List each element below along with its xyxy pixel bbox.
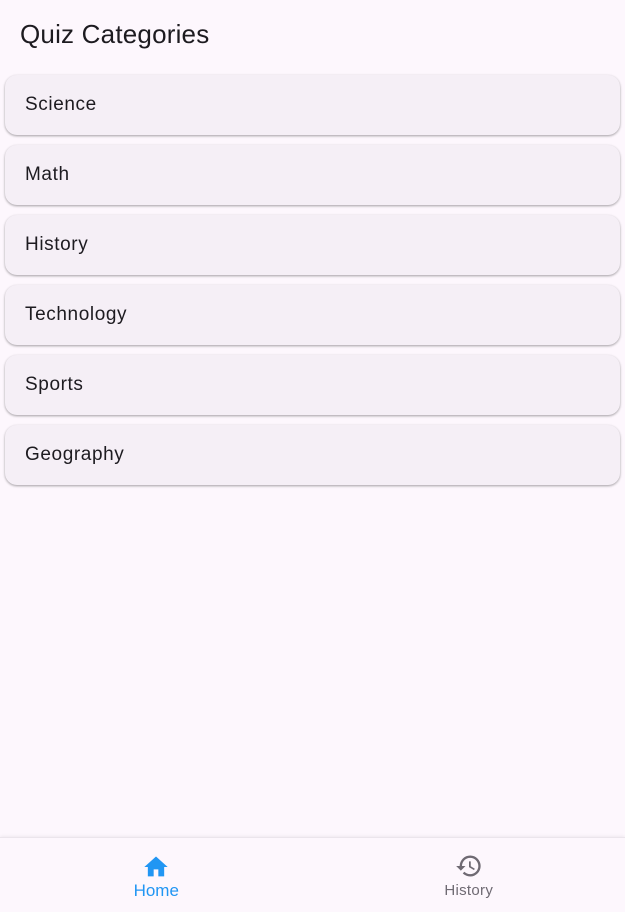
category-label: Geography bbox=[25, 444, 125, 465]
nav-label-home: Home bbox=[133, 881, 179, 900]
bottom-navigation: Home History bbox=[0, 837, 625, 912]
category-label: Sports bbox=[25, 374, 84, 395]
category-item-geography[interactable]: Geography bbox=[5, 425, 620, 485]
category-list: Science Math History Technology Sports G… bbox=[5, 75, 620, 495]
nav-label-history: History bbox=[444, 881, 494, 899]
category-label: Math bbox=[25, 164, 70, 185]
category-item-history[interactable]: History bbox=[5, 215, 620, 275]
category-item-sports[interactable]: Sports bbox=[5, 355, 620, 415]
category-item-technology[interactable]: Technology bbox=[5, 285, 620, 345]
history-icon bbox=[455, 855, 481, 876]
category-label: History bbox=[25, 234, 89, 255]
category-label: Science bbox=[25, 94, 97, 115]
page-title: Quiz Categories bbox=[20, 18, 210, 49]
home-icon bbox=[144, 856, 168, 877]
app-bar: Quiz Categories bbox=[0, 0, 625, 70]
nav-item-history[interactable]: History bbox=[313, 838, 625, 912]
category-label: Technology bbox=[25, 304, 128, 325]
nav-item-home[interactable]: Home bbox=[0, 838, 313, 912]
category-item-science[interactable]: Science bbox=[5, 75, 620, 135]
category-item-math[interactable]: Math bbox=[5, 145, 620, 205]
